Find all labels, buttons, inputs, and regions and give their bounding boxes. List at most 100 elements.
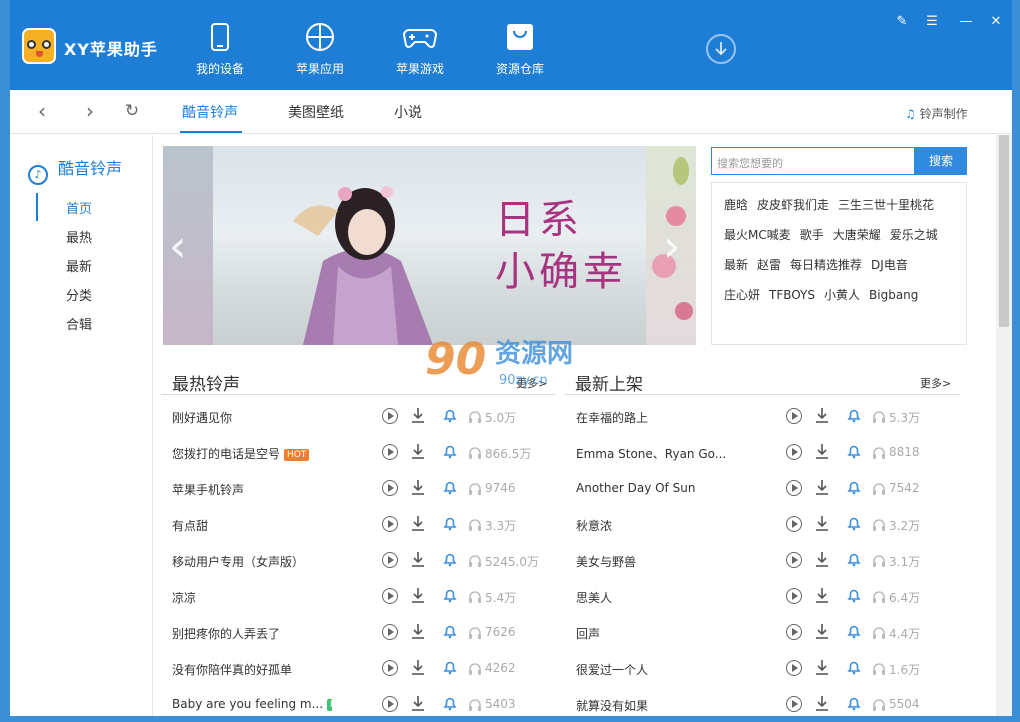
nav-apple-games[interactable]: 苹果游戏 xyxy=(380,18,460,82)
play-icon[interactable] xyxy=(382,552,398,568)
set-ringtone-bell-icon[interactable] xyxy=(442,587,458,607)
ringtone-row[interactable]: 别把疼你的人弄丢了 7626 xyxy=(161,614,545,650)
play-icon[interactable] xyxy=(786,480,802,496)
ringtone-name[interactable]: 别把疼你的人弄丢了 xyxy=(172,625,280,642)
ringtone-name[interactable]: 在幸福的路上 xyxy=(576,409,648,426)
set-ringtone-bell-icon[interactable] xyxy=(442,623,458,643)
ringtone-name[interactable]: 思美人 xyxy=(576,589,612,606)
download-icon[interactable] xyxy=(411,515,425,535)
set-ringtone-bell-icon[interactable] xyxy=(846,479,862,499)
play-icon[interactable] xyxy=(382,444,398,460)
vertical-scrollbar[interactable] xyxy=(996,135,1012,716)
download-icon[interactable] xyxy=(411,407,425,427)
download-icon[interactable] xyxy=(411,587,425,607)
download-icon[interactable] xyxy=(815,551,829,571)
new-more-link[interactable]: 更多> xyxy=(920,375,951,391)
ringtone-row[interactable]: 移动用户专用（女声版） 5245.0万 xyxy=(161,542,545,578)
ringtone-row[interactable]: 在幸福的路上 5.3万 xyxy=(565,398,949,434)
hot-word[interactable]: 庄心妍 xyxy=(724,288,760,302)
ringtone-row[interactable]: 没有你陪伴真的好孤单 4262 xyxy=(161,650,545,686)
set-ringtone-bell-icon[interactable] xyxy=(846,443,862,463)
play-icon[interactable] xyxy=(786,624,802,640)
menu-icon[interactable]: ☰ xyxy=(922,12,942,32)
nav-my-device[interactable]: 我的设备 xyxy=(180,18,260,82)
ringtone-row[interactable]: 凉凉 5.4万 xyxy=(161,578,545,614)
download-icon[interactable] xyxy=(815,515,829,535)
banner-carousel[interactable]: 日系 小确幸 ‹ › xyxy=(163,146,696,345)
hot-word[interactable]: DJ电音 xyxy=(871,258,908,272)
ringtone-row[interactable]: 回声 4.4万 xyxy=(565,614,949,650)
search-button[interactable]: 搜索 xyxy=(915,147,967,175)
play-icon[interactable] xyxy=(382,408,398,424)
back-icon[interactable]: ‹ xyxy=(30,100,54,124)
ringtone-name[interactable]: 很爱过一个人 xyxy=(576,661,648,678)
hot-word[interactable]: 鹿晗 xyxy=(724,198,748,212)
set-ringtone-bell-icon[interactable] xyxy=(442,443,458,463)
set-ringtone-bell-icon[interactable] xyxy=(846,659,862,679)
ringtone-name[interactable]: 刚好遇见你 xyxy=(172,409,232,426)
ringtone-row[interactable]: 很爱过一个人 1.6万 xyxy=(565,650,949,686)
set-ringtone-bell-icon[interactable] xyxy=(846,695,862,715)
set-ringtone-bell-icon[interactable] xyxy=(846,407,862,427)
play-icon[interactable] xyxy=(382,480,398,496)
ringtone-row[interactable]: Baby are you feeling m...NEW 5403 xyxy=(161,686,545,716)
hot-word[interactable]: 大唐荣耀 xyxy=(833,228,881,242)
tab-novels[interactable]: 小说 xyxy=(394,102,422,122)
sidebar-item-collection[interactable]: 合辑 xyxy=(66,314,92,333)
nav-apple-apps[interactable]: 苹果应用 xyxy=(280,18,360,82)
set-ringtone-bell-icon[interactable] xyxy=(442,551,458,571)
download-manager-icon[interactable] xyxy=(706,34,736,64)
hot-word[interactable]: 最新 xyxy=(724,258,748,272)
sidebar-item-hottest[interactable]: 最热 xyxy=(66,227,92,246)
sidebar-item-newest[interactable]: 最新 xyxy=(66,256,92,275)
download-icon[interactable] xyxy=(815,623,829,643)
set-ringtone-bell-icon[interactable] xyxy=(846,623,862,643)
ringtone-row[interactable]: 苹果手机铃声 9746 xyxy=(161,470,545,506)
skin-icon[interactable]: ✎ xyxy=(892,12,912,32)
minimize-icon[interactable]: — xyxy=(956,12,976,32)
ringtone-name[interactable]: 苹果手机铃声 xyxy=(172,481,244,498)
hot-word[interactable]: 皮皮虾我们走 xyxy=(757,198,829,212)
hot-word[interactable]: 小黄人 xyxy=(824,288,860,302)
ringtone-name[interactable]: 移动用户专用（女声版） xyxy=(172,553,304,570)
ringtone-row[interactable]: 秋意浓 3.2万 xyxy=(565,506,949,542)
tab-ringtones[interactable]: 酷音铃声 xyxy=(182,102,238,122)
set-ringtone-bell-icon[interactable] xyxy=(442,695,458,715)
play-icon[interactable] xyxy=(382,588,398,604)
ringtone-name[interactable]: Another Day Of Sun xyxy=(576,481,695,495)
play-icon[interactable] xyxy=(786,696,802,712)
ringtone-name[interactable]: 秋意浓 xyxy=(576,517,612,534)
hot-word[interactable]: 最火MC喊麦 xyxy=(724,228,791,242)
ringtone-maker-button[interactable]: ♫ 铃声制作 xyxy=(905,105,968,122)
set-ringtone-bell-icon[interactable] xyxy=(442,659,458,679)
ringtone-name[interactable]: 回声 xyxy=(576,625,600,642)
ringtone-row[interactable]: Emma Stone、Ryan Go... 8818 xyxy=(565,434,949,470)
nav-resource-store[interactable]: 资源仓库 xyxy=(480,18,560,82)
download-icon[interactable] xyxy=(815,659,829,679)
download-icon[interactable] xyxy=(411,551,425,571)
download-icon[interactable] xyxy=(411,479,425,499)
ringtone-row[interactable]: Another Day Of Sun 7542 xyxy=(565,470,949,506)
ringtone-name[interactable]: 有点甜 xyxy=(172,517,208,534)
ringtone-name[interactable]: 没有你陪伴真的好孤单 xyxy=(172,661,292,678)
hot-word[interactable]: 爱乐之城 xyxy=(890,228,938,242)
hot-word[interactable]: 三生三世十里桃花 xyxy=(838,198,934,212)
ringtone-name[interactable]: 就算没有如果 xyxy=(576,697,648,714)
set-ringtone-bell-icon[interactable] xyxy=(846,587,862,607)
play-icon[interactable] xyxy=(786,516,802,532)
scrollbar-thumb[interactable] xyxy=(999,135,1009,327)
ringtone-row[interactable]: 有点甜 3.3万 xyxy=(161,506,545,542)
play-icon[interactable] xyxy=(786,552,802,568)
ringtone-row[interactable]: 就算没有如果 5504 xyxy=(565,686,949,716)
banner-prev-icon[interactable]: ‹ xyxy=(169,221,187,272)
tab-wallpapers[interactable]: 美图壁纸 xyxy=(288,102,344,122)
hot-word[interactable]: TFBOYS xyxy=(769,288,815,302)
play-icon[interactable] xyxy=(382,660,398,676)
set-ringtone-bell-icon[interactable] xyxy=(846,551,862,571)
play-icon[interactable] xyxy=(786,660,802,676)
ringtone-name[interactable]: Baby are you feeling m...NEW xyxy=(172,697,332,711)
forward-icon[interactable]: › xyxy=(78,100,102,124)
ringtone-row[interactable]: 刚好遇见你 5.0万 xyxy=(161,398,545,434)
ringtone-name[interactable]: 您拨打的电话是空号 HOT xyxy=(172,445,310,462)
hot-word[interactable]: 每日精选推荐 xyxy=(790,258,862,272)
